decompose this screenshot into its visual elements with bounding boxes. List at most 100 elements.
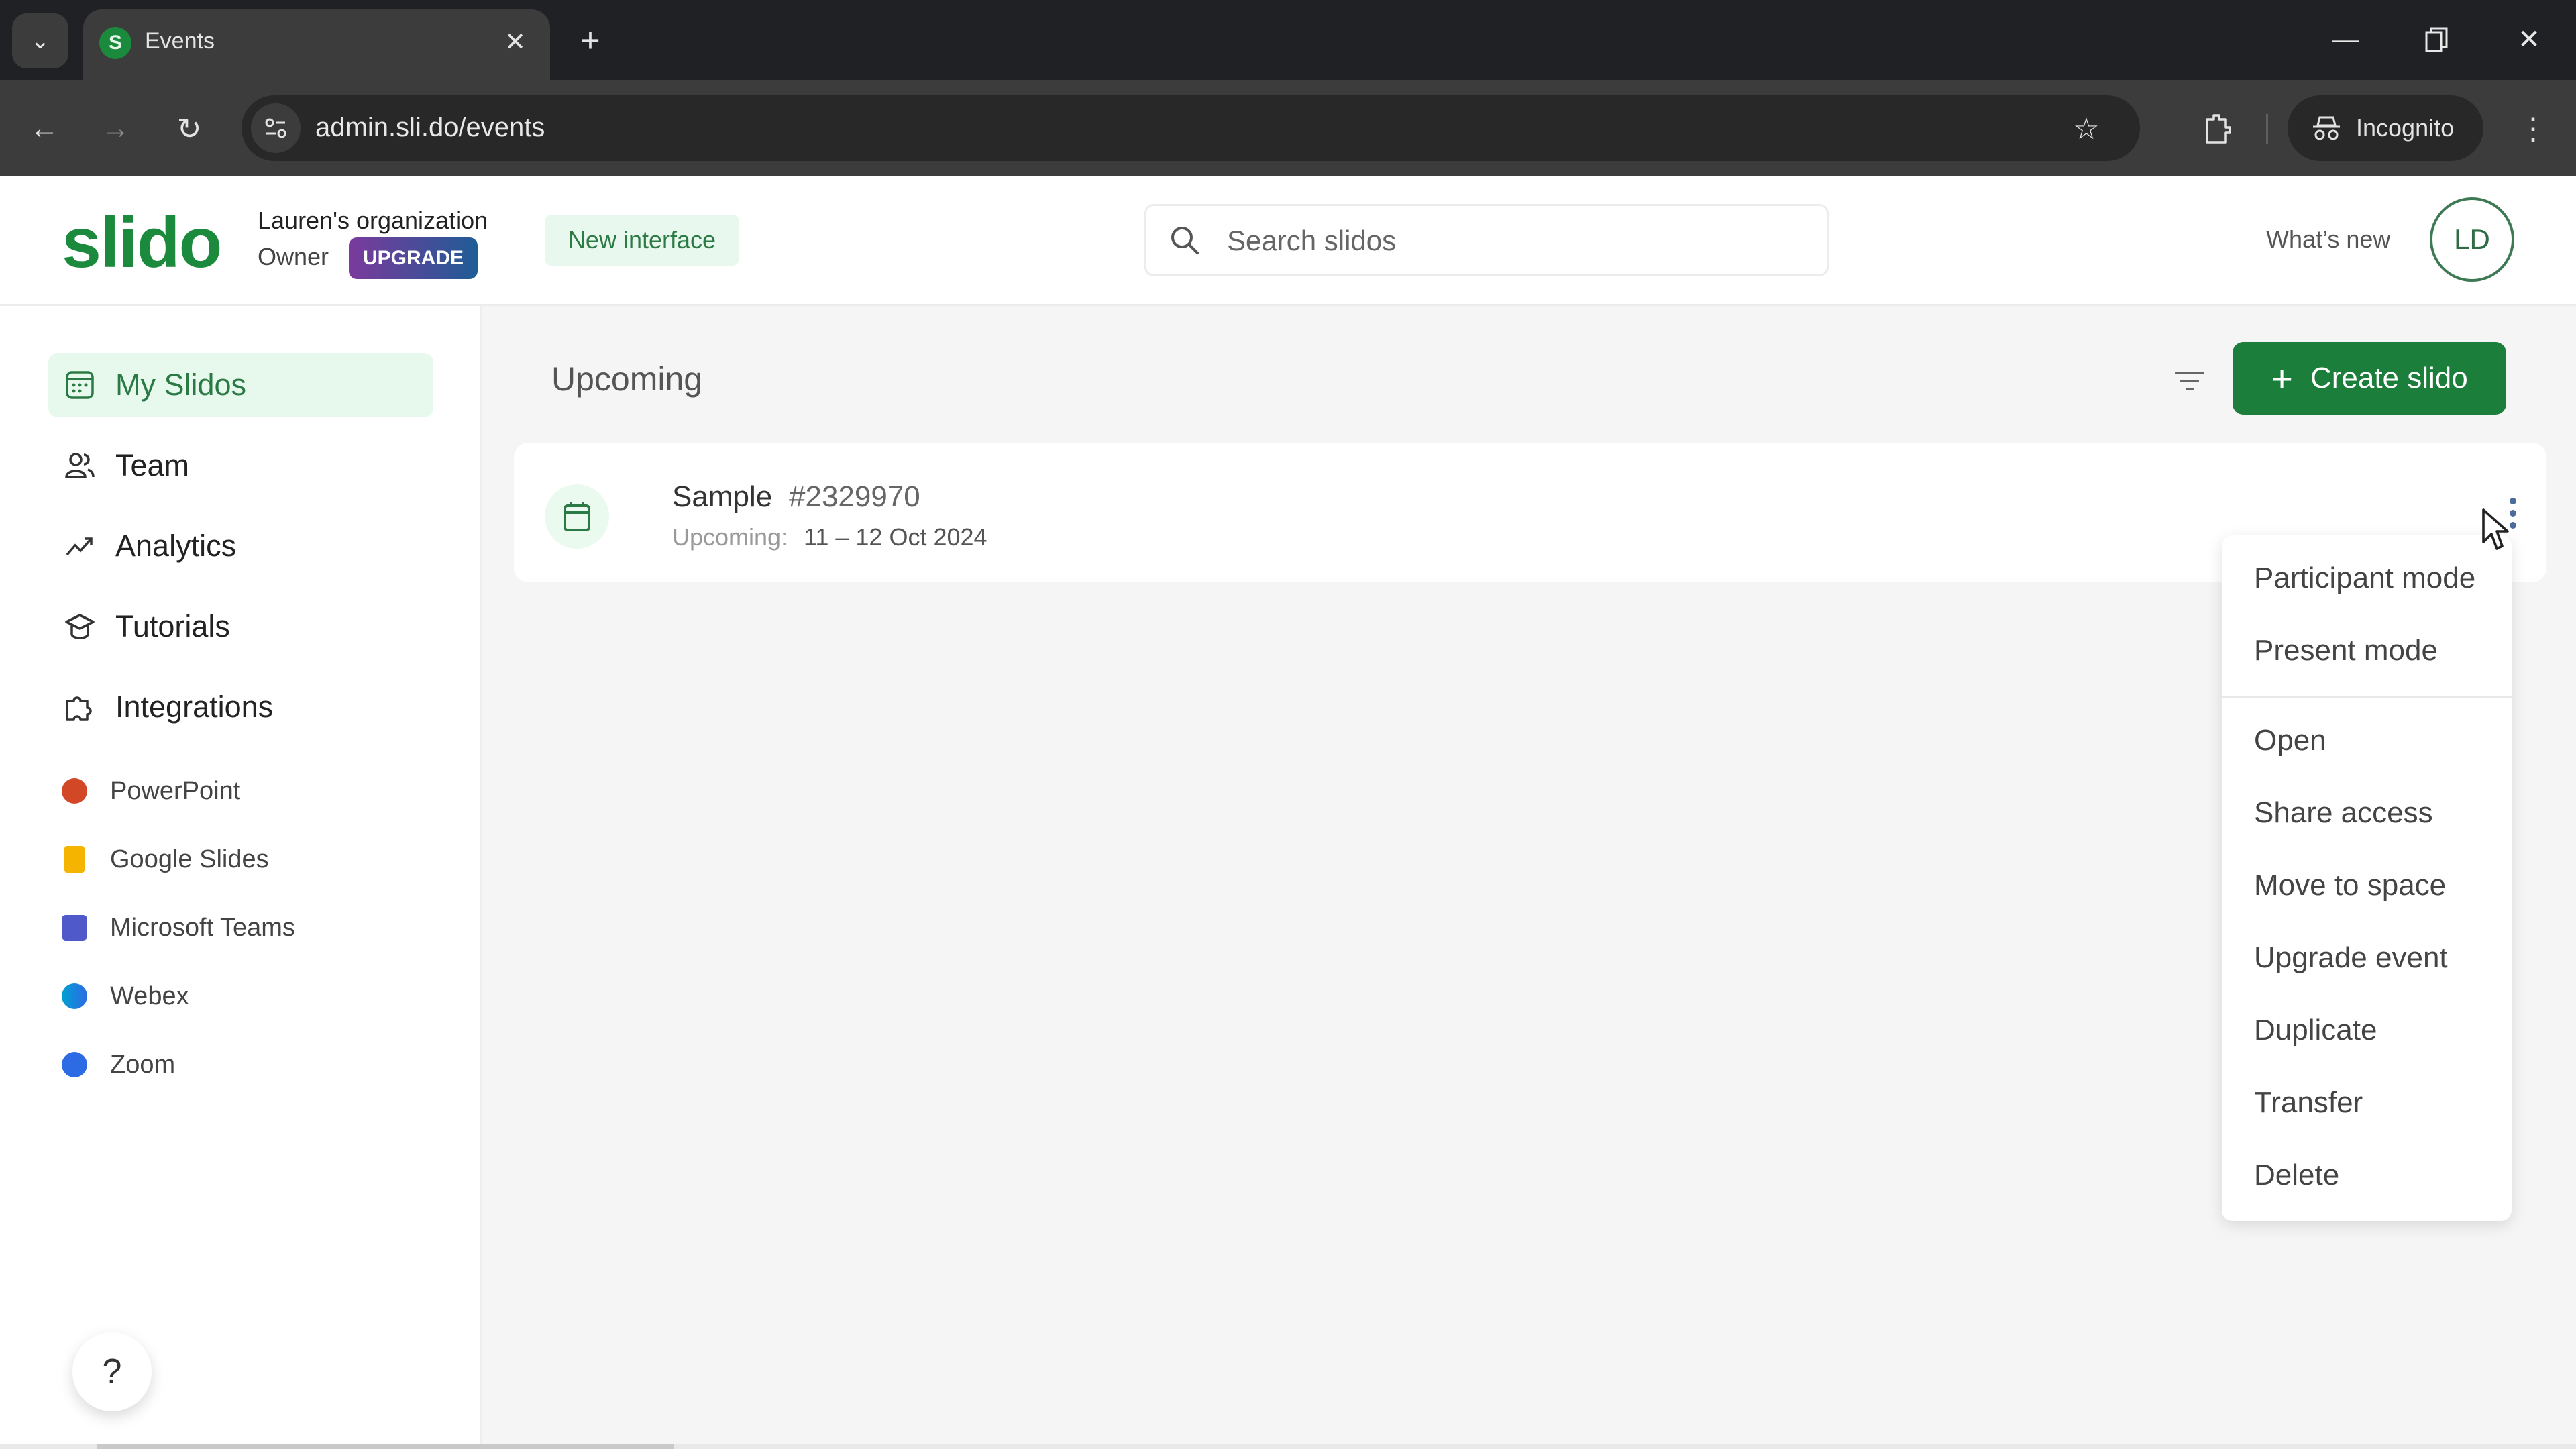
close-icon: ✕ (2518, 25, 2540, 54)
plus-icon: + (2271, 357, 2293, 400)
horizontal-scrollbar[interactable] (0, 1444, 2576, 1449)
search-icon (1171, 227, 1199, 254)
address-bar[interactable]: admin.sli.do/events ☆ (241, 95, 2140, 161)
menu-item-duplicate[interactable]: Duplicate (2222, 997, 2512, 1064)
menu-item-open[interactable]: Open (2222, 707, 2512, 774)
incognito-profile-button[interactable]: Incognito (2288, 95, 2483, 161)
restore-icon (2425, 27, 2448, 52)
graduation-cap-icon (63, 610, 97, 643)
app-header: slido Lauren's organization Owner UPGRAD… (0, 176, 2576, 306)
sidebar-item-label: Integrations (115, 690, 274, 724)
question-mark-icon: ? (102, 1352, 122, 1391)
filter-button[interactable] (2165, 357, 2214, 405)
create-slido-button[interactable]: + Create slido (2233, 342, 2506, 415)
users-icon (63, 449, 97, 482)
tab-close-button[interactable]: ✕ (498, 24, 533, 59)
webex-icon (62, 983, 87, 1009)
browser-tab-bar: ⌄ S Events ✕ + — ✕ (0, 0, 2576, 80)
incognito-icon (2313, 116, 2340, 140)
extensions-button[interactable] (2194, 105, 2242, 153)
profile-label: Incognito (2356, 114, 2455, 142)
close-icon: ✕ (504, 28, 526, 56)
reload-icon: ↻ (176, 112, 202, 146)
puzzle-icon (63, 690, 97, 724)
event-name[interactable]: Sample (672, 480, 772, 514)
search-box[interactable] (1144, 204, 1829, 276)
sidebar-item-label: Tutorials (115, 609, 230, 643)
browser-toolbar: ← → ↻ admin.sli.do/events ☆ Incognito ⋮ (0, 80, 2576, 176)
trend-up-icon (63, 529, 97, 563)
event-context-menu: Participant mode Present mode Open Share… (2222, 535, 2512, 1221)
integration-webex[interactable]: Webex (62, 973, 189, 1020)
integration-google-slides[interactable]: Google Slides (62, 836, 269, 883)
mouse-cursor-icon (2482, 508, 2509, 550)
minimize-button[interactable]: — (2318, 16, 2372, 63)
integration-label: Webex (110, 981, 189, 1010)
google-slides-icon (64, 846, 85, 873)
sidebar-item-label: Team (115, 448, 190, 482)
integration-zoom[interactable]: Zoom (62, 1041, 175, 1088)
menu-item-move-to-space[interactable]: Move to space (2222, 852, 2512, 919)
zoom-icon (62, 1052, 87, 1077)
arrow-left-icon: ← (30, 112, 59, 145)
slido-favicon-icon: S (99, 27, 131, 59)
calendar-icon (564, 502, 590, 531)
integration-label: Microsoft Teams (110, 913, 295, 942)
browser-tab[interactable]: S Events ✕ (83, 9, 550, 80)
integration-label: PowerPoint (110, 776, 241, 805)
upgrade-button[interactable]: UPGRADE (349, 237, 478, 279)
menu-item-participant-mode[interactable]: Participant mode (2222, 545, 2512, 612)
user-avatar[interactable]: LD (2430, 197, 2514, 282)
kebab-menu-icon: ⋮ (2518, 112, 2548, 146)
menu-item-share-access[interactable]: Share access (2222, 780, 2512, 847)
new-interface-badge[interactable]: New interface (545, 215, 739, 266)
minimize-icon: — (2332, 24, 2359, 54)
menu-item-transfer[interactable]: Transfer (2222, 1069, 2512, 1136)
event-code: #2329970 (789, 480, 920, 513)
integration-label: Google Slides (110, 845, 269, 873)
slido-logo[interactable]: slido (62, 203, 222, 284)
organization-name[interactable]: Lauren's organization (258, 207, 488, 235)
integration-powerpoint[interactable]: PowerPoint (62, 767, 240, 814)
reload-button[interactable]: ↻ (165, 105, 213, 153)
sidebar-item-integrations[interactable]: Integrations (48, 675, 433, 739)
site-info-button[interactable] (251, 103, 301, 153)
close-window-button[interactable]: ✕ (2502, 16, 2556, 63)
browser-menu-button[interactable]: ⋮ (2509, 105, 2557, 153)
create-slido-label: Create slido (2310, 362, 2468, 394)
forward-button[interactable]: → (91, 105, 140, 153)
menu-divider (2222, 696, 2512, 698)
menu-item-present-mode[interactable]: Present mode (2222, 617, 2512, 684)
integration-label: Zoom (110, 1050, 176, 1079)
bookmark-button[interactable]: ☆ (2066, 109, 2106, 149)
menu-item-upgrade-event[interactable]: Upgrade event (2222, 924, 2512, 991)
event-date-range: 11 – 12 Oct 2024 (804, 523, 987, 551)
plus-icon: + (580, 21, 600, 59)
event-calendar-badge (545, 484, 609, 549)
new-tab-button[interactable]: + (570, 20, 610, 60)
chevron-down-icon: ⌄ (30, 28, 50, 54)
menu-item-delete[interactable]: Delete (2222, 1142, 2512, 1209)
kebab-menu-icon-dot (2510, 498, 2516, 504)
event-status-label: Upcoming: (672, 523, 788, 551)
back-button[interactable]: ← (20, 105, 68, 153)
sidebar-item-team[interactable]: Team (48, 433, 433, 498)
star-icon: ☆ (2073, 112, 2100, 146)
whats-new-link[interactable]: What’s new (2266, 225, 2390, 254)
restore-button[interactable] (2410, 16, 2463, 63)
integration-microsoft-teams[interactable]: Microsoft Teams (62, 904, 295, 951)
scrollbar-thumb[interactable] (97, 1444, 674, 1449)
sidebar-item-my-slidos[interactable]: My Slidos (48, 353, 433, 417)
url-text: admin.sli.do/events (315, 113, 545, 142)
toolbar-divider (2266, 114, 2268, 144)
user-role: Owner (258, 243, 329, 270)
sidebar-item-tutorials[interactable]: Tutorials (48, 594, 433, 659)
search-input[interactable] (1227, 221, 1804, 261)
powerpoint-icon (62, 778, 87, 804)
section-title: Upcoming (551, 360, 703, 398)
help-button[interactable]: ? (72, 1332, 152, 1411)
sidebar-item-analytics[interactable]: Analytics (48, 514, 433, 578)
tab-list-button[interactable]: ⌄ (12, 13, 68, 68)
tab-title: Events (145, 28, 215, 54)
calendar-grid-icon (63, 368, 97, 402)
